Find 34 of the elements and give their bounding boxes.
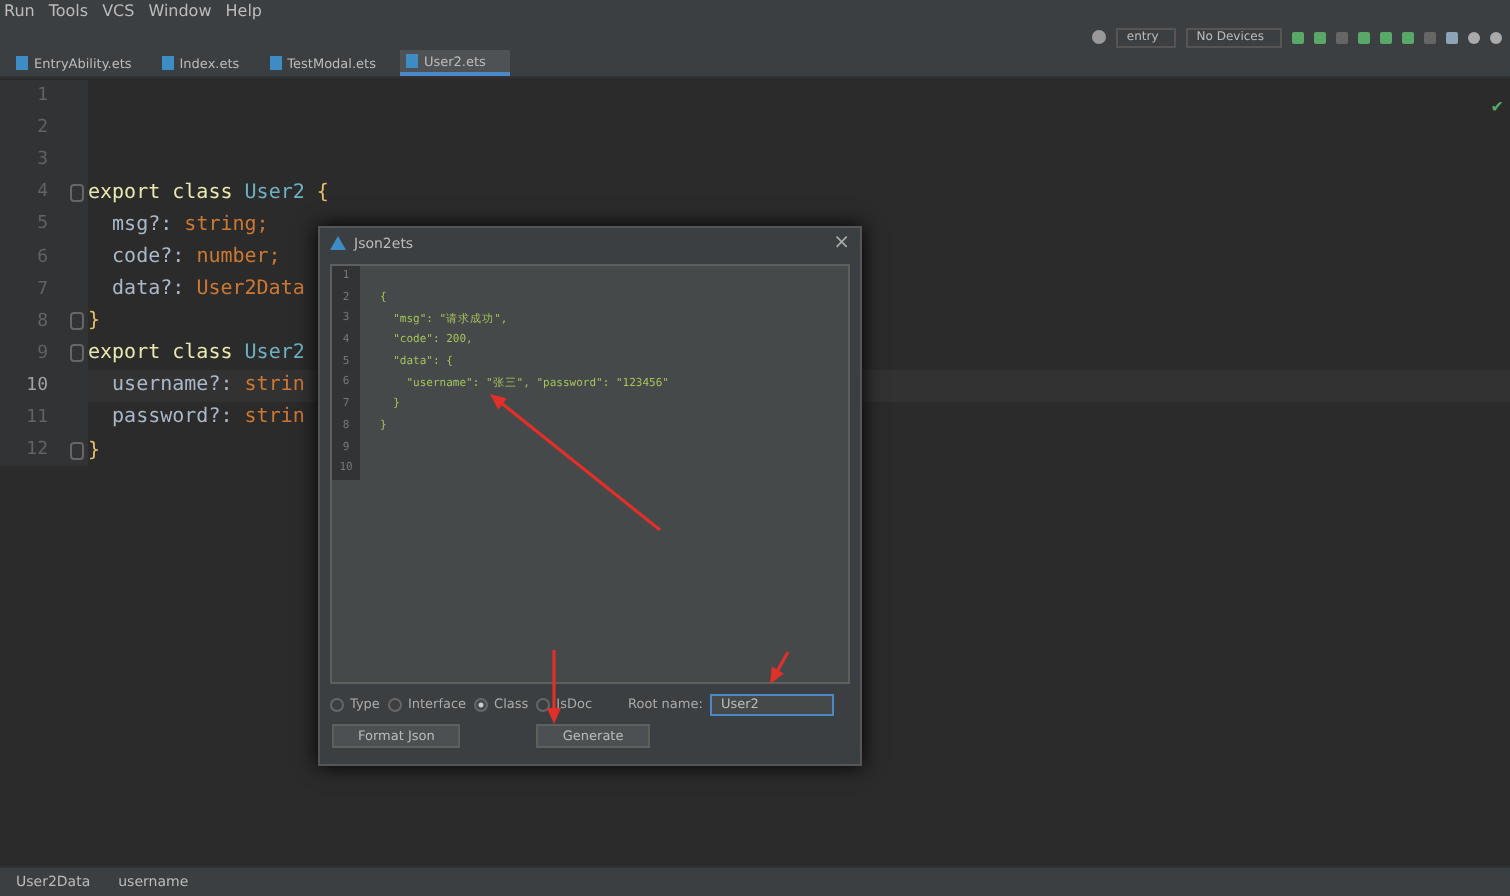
fold-icon[interactable] <box>70 344 84 363</box>
run-icon[interactable] <box>1292 31 1304 43</box>
fold-icon[interactable] <box>70 183 84 202</box>
line-number: 10 <box>24 375 48 396</box>
code-line: export class User2 <box>88 342 305 365</box>
menu-item[interactable]: Run <box>4 0 35 24</box>
radio-button[interactable] <box>474 697 489 711</box>
code-line: export class User2 { <box>88 181 329 204</box>
code-line: } <box>88 310 101 333</box>
radio-button[interactable] <box>536 697 551 711</box>
close-icon[interactable]: × <box>833 232 850 254</box>
file-icon <box>161 56 174 70</box>
code-line: data?: User2Data <box>110 278 305 301</box>
radio-button[interactable] <box>387 697 402 711</box>
menu-item[interactable]: VCS <box>102 0 135 24</box>
check-icon: ✔ <box>1490 98 1504 116</box>
fold-icon[interactable] <box>70 312 84 331</box>
code-line: username?: strin <box>110 374 305 397</box>
code-line: } <box>88 439 101 462</box>
menu-item[interactable]: Help <box>225 0 262 24</box>
file-icon <box>269 56 282 70</box>
menu-item[interactable]: Tools <box>48 0 89 24</box>
fold-icon[interactable] <box>70 441 84 460</box>
code-line: password?: strin <box>110 406 305 429</box>
logo-icon <box>330 236 346 250</box>
file-icon <box>405 54 418 68</box>
radio-button[interactable] <box>330 697 344 711</box>
code-line: code?: number; <box>110 246 281 269</box>
annotation-arrow <box>770 651 790 684</box>
annotation-arrow <box>547 650 561 724</box>
debug-icon[interactable] <box>1314 31 1326 43</box>
menu-item[interactable]: Window <box>148 0 212 24</box>
file-icon <box>16 56 28 70</box>
code-line: msg?: string; <box>110 213 269 236</box>
